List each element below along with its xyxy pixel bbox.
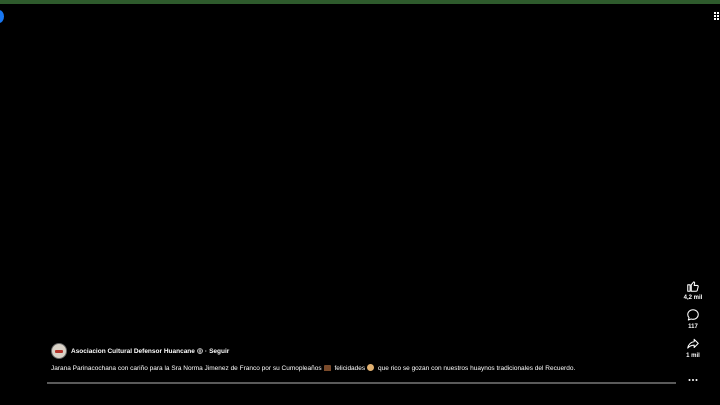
caption-text: que rico se gozan con nuestros huaynos t… (377, 365, 576, 372)
channel-name[interactable]: Asociacion Cultural Defensor Huancane (71, 348, 195, 355)
like-count: 4,2 mil (683, 295, 703, 301)
comment-icon (687, 309, 699, 321)
separator-dot: · (204, 347, 208, 355)
avatar[interactable] (51, 343, 67, 359)
avatar-logo-band (55, 350, 63, 353)
action-rail: 4,2 mil 117 1 mil (680, 279, 706, 387)
celebration-icon (367, 364, 375, 371)
more-horizontal-icon (688, 379, 698, 381)
globe-icon (197, 348, 203, 354)
video-progress-bar[interactable] (47, 382, 676, 384)
caption-text: Jarana Parinacochana con cariño para la … (51, 365, 322, 372)
video-player[interactable] (0, 4, 720, 339)
channel-info: Asociacion Cultural Defensor Huancane · … (51, 343, 229, 359)
share-button[interactable]: 1 mil (686, 337, 700, 360)
reel-viewer: 4,2 mil 117 1 mil Asociacion Cultural De… (0, 0, 720, 405)
thumbs-up-icon (687, 281, 699, 292)
birthday-cake-icon (323, 365, 331, 371)
share-icon (687, 338, 699, 349)
post-caption: Jarana Parinacochana con cariño para la … (51, 364, 575, 372)
share-count: 1 mil (686, 353, 700, 359)
comment-button[interactable]: 117 (686, 308, 700, 331)
more-options-button[interactable] (688, 369, 698, 387)
caption-text: felicidades (334, 365, 366, 372)
follow-button[interactable]: Seguir (209, 348, 229, 355)
comment-count: 117 (688, 324, 698, 330)
like-button[interactable]: 4,2 mil (683, 279, 703, 302)
